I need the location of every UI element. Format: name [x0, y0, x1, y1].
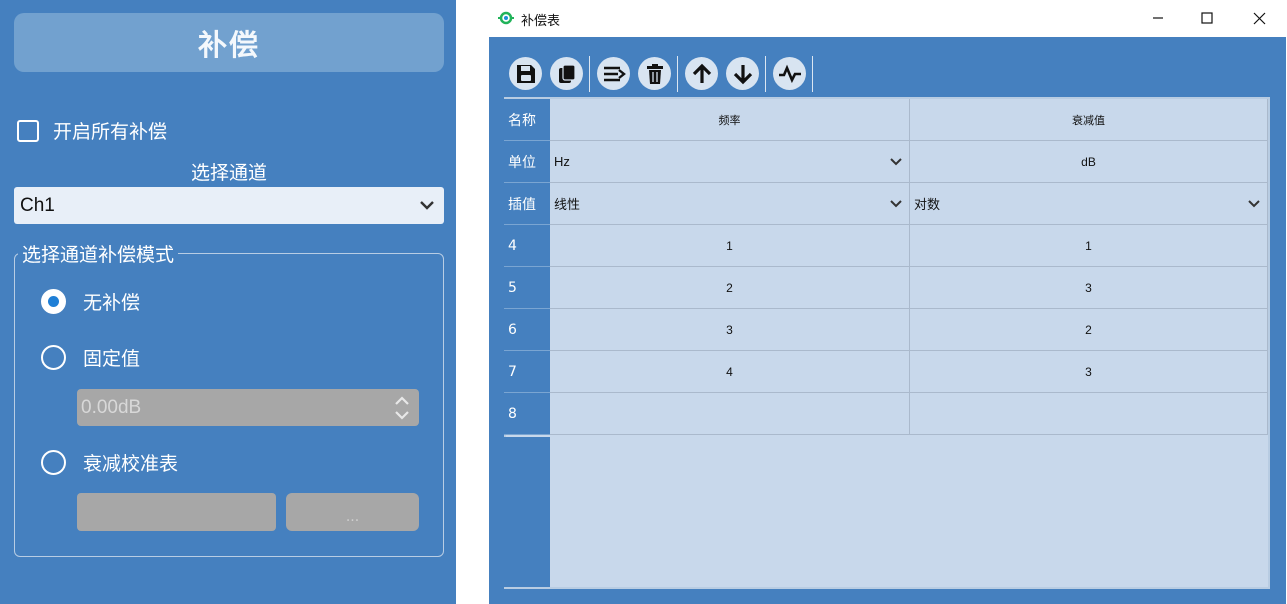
interp-select-attenuation[interactable]: 对数 — [910, 183, 1268, 225]
table-cell[interactable] — [910, 393, 1268, 435]
checkbox-box[interactable] — [17, 119, 39, 142]
window-title: 补偿表 — [521, 14, 561, 29]
row-header: 6 — [504, 309, 550, 351]
unit-select-frequency[interactable]: Hz — [550, 141, 910, 183]
table-cell[interactable]: 3 — [910, 351, 1268, 393]
fixed-value-text: 0.00dB — [81, 396, 142, 418]
enable-all-checkbox[interactable]: 开启所有补偿 — [17, 117, 167, 144]
toolbar-separator — [765, 55, 766, 92]
copy-button[interactable] — [550, 57, 583, 90]
table-cell[interactable]: 2 — [550, 267, 910, 309]
row-header: 5 — [504, 267, 550, 309]
chevron-down-icon — [890, 158, 902, 166]
radio-button[interactable] — [41, 289, 66, 314]
row-header: 7 — [504, 351, 550, 393]
mode-group-title: 选择通道补偿模式 — [18, 240, 179, 267]
delete-button[interactable] — [638, 57, 671, 90]
interp-value: 对数 — [914, 197, 941, 212]
table-cell[interactable]: 3 — [550, 309, 910, 351]
app-icon — [498, 11, 514, 25]
move-up-button[interactable] — [685, 57, 718, 90]
row-header: 8 — [504, 393, 550, 435]
row-header: 单位 — [504, 141, 550, 183]
enable-all-label: 开启所有补偿 — [53, 121, 168, 143]
toolbar-separator — [812, 55, 813, 92]
maximize-button[interactable] — [1194, 6, 1220, 30]
arrow-down-icon — [733, 64, 752, 84]
minimize-button[interactable] — [1145, 6, 1171, 30]
row-header-filler — [504, 437, 550, 587]
delete-icon — [646, 63, 663, 84]
insert-rows-button[interactable] — [597, 57, 630, 90]
chevron-down-icon — [420, 201, 434, 210]
toolbar — [509, 55, 820, 92]
interp-select-frequency[interactable]: 线性 — [550, 183, 910, 225]
row-header: 插值 — [504, 183, 550, 225]
column-name-attenuation[interactable]: 衰减值 — [910, 99, 1268, 141]
waveform-button[interactable] — [773, 57, 806, 90]
channel-select[interactable]: Ch1 — [14, 187, 444, 224]
channel-selected-value: Ch1 — [20, 194, 55, 216]
spin-arrows-icon[interactable] — [393, 394, 411, 422]
row-header: 名称 — [504, 99, 550, 141]
browse-button[interactable]: ... — [286, 493, 419, 531]
radio-button[interactable] — [41, 345, 66, 370]
channel-title: 选择通道 — [190, 162, 267, 184]
minimize-icon — [1153, 17, 1163, 19]
toolbar-separator — [677, 55, 678, 92]
table-cell[interactable] — [550, 393, 910, 435]
toolbar-separator — [589, 55, 590, 92]
fixed-value-spinbox[interactable]: 0.00dB — [77, 389, 419, 426]
chevron-down-icon — [1248, 200, 1260, 208]
close-icon — [1253, 12, 1265, 24]
radio-fixed-value[interactable]: 固定值 — [41, 344, 140, 371]
save-button[interactable] — [509, 57, 542, 90]
compensation-panel: 补偿 开启所有补偿 选择通道 Ch1 选择通道补偿模式 无补偿 固定值 0.00… — [0, 0, 456, 604]
copy-icon — [558, 63, 576, 83]
save-icon — [516, 64, 535, 83]
move-down-button[interactable] — [726, 57, 759, 90]
table-cell[interactable]: 4 — [550, 351, 910, 393]
table-cell[interactable]: 1 — [550, 225, 910, 267]
table-path-input[interactable] — [77, 493, 276, 531]
chevron-down-icon — [890, 200, 902, 208]
insert-rows-icon — [603, 66, 626, 81]
maximize-icon — [1201, 12, 1213, 24]
table-cell[interactable]: 2 — [910, 309, 1268, 351]
radio-button[interactable] — [41, 450, 66, 475]
unit-value: Hz — [554, 154, 570, 169]
radio-attenuation-table[interactable]: 衰减校准表 — [41, 449, 178, 476]
row-header: 4 — [504, 225, 550, 267]
unit-cell-attenuation[interactable]: dB — [910, 141, 1268, 183]
title-bar: 补偿表 — [488, 0, 1287, 37]
arrow-up-icon — [692, 63, 711, 83]
close-button[interactable] — [1246, 6, 1272, 30]
radio-no-compensation[interactable]: 无补偿 — [41, 288, 140, 315]
panel-title: 补偿 — [14, 13, 444, 72]
radio-label: 固定值 — [83, 348, 141, 370]
interp-value: 线性 — [554, 197, 581, 212]
waveform-icon — [778, 64, 801, 83]
table-cell[interactable]: 1 — [910, 225, 1268, 267]
radio-label: 无补偿 — [83, 292, 141, 314]
column-name-frequency[interactable]: 频率 — [550, 99, 910, 141]
radio-label: 衰减校准表 — [83, 453, 179, 475]
table-cell[interactable]: 3 — [910, 267, 1268, 309]
